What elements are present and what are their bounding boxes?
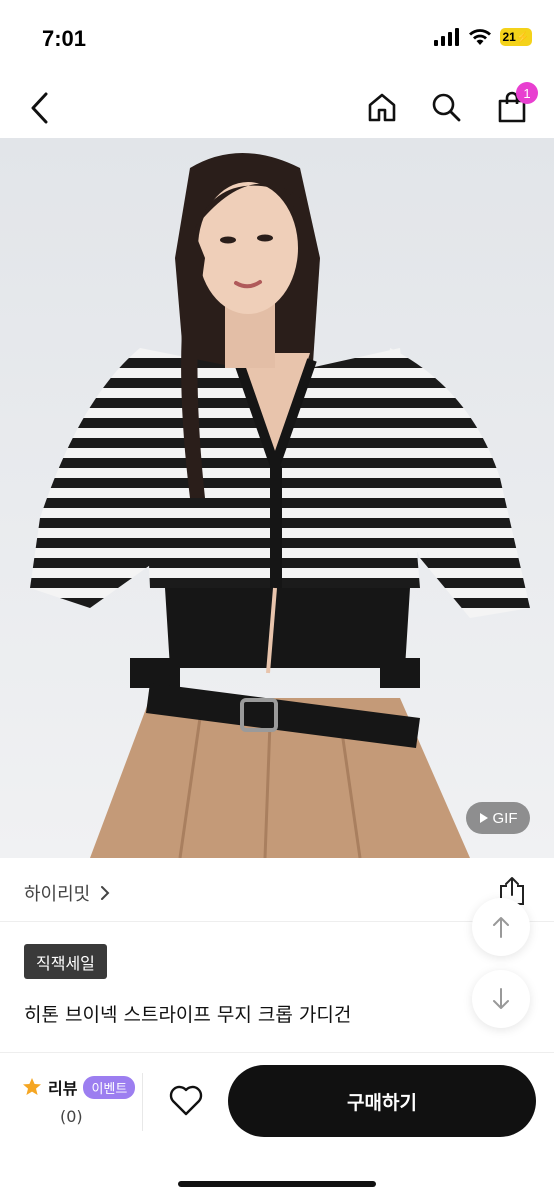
search-button[interactable] [428,88,464,126]
status-bar: 7:01 21 ⚡ [0,0,554,80]
arrow-up-icon [493,917,509,938]
promo-tag: 직잭세일 [24,944,107,979]
home-indicator [178,1181,376,1187]
product-image[interactable]: GIF [0,138,554,858]
signal-icon [434,28,459,46]
product-title: 히톤 브이넥 스트라이프 무지 크롭 가디건 [24,1004,352,1026]
battery-level: 21 [502,30,516,44]
search-icon [432,93,461,122]
gif-badge[interactable]: GIF [466,802,530,834]
seller-row: 하이리밋 [0,858,554,922]
gif-label: GIF [492,809,518,827]
back-button[interactable] [28,90,58,126]
cart-count-badge: 1 [516,82,538,104]
buy-button[interactable]: 구매하기 [228,1065,536,1137]
bottom-action-bar: 리뷰 이벤트 (0) 구매하기 [0,1052,554,1200]
event-badge: 이벤트 [83,1075,136,1099]
divider [142,1073,143,1131]
status-time: 7:01 [42,26,87,51]
seller-link[interactable]: 하이리밋 [24,880,110,906]
play-icon [479,813,488,823]
review-label: 리뷰 [48,1079,78,1098]
wifi-icon [469,29,491,45]
home-button[interactable] [364,88,400,126]
star-icon [23,1078,41,1095]
chevron-right-icon [101,886,110,900]
product-photo [0,138,554,858]
review-summary[interactable]: 리뷰 이벤트 (0) [22,1075,142,1126]
nav-bar: 1 [0,80,554,138]
cart-button[interactable]: 1 [494,82,538,126]
heart-icon [169,1085,203,1116]
battery-indicator: 21 ⚡ [500,28,532,46]
review-count: (0) [60,1107,83,1126]
seller-name: 하이리밋 [24,884,91,905]
scroll-down-button[interactable] [472,970,530,1028]
like-button[interactable] [164,1081,208,1121]
arrow-down-icon [493,988,509,1009]
status-icons: 21 ⚡ [434,28,532,46]
scroll-up-button[interactable] [472,898,530,956]
home-icon [368,93,396,122]
chevron-left-icon [31,92,48,124]
